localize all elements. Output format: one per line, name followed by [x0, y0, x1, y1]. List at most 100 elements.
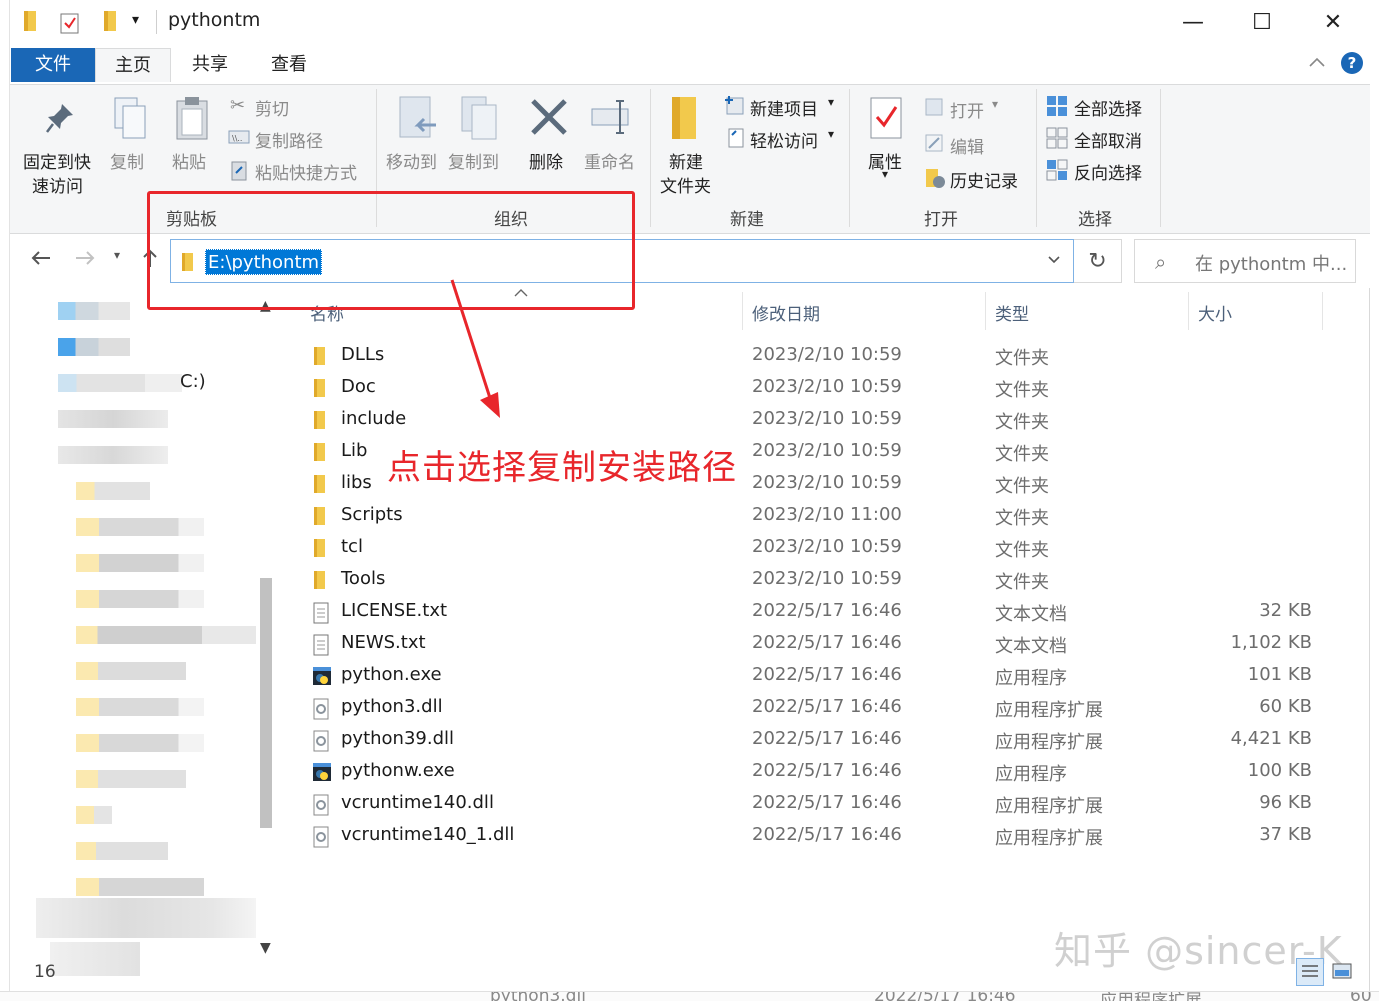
move-to-button[interactable]: 移动到 [386, 148, 437, 173]
paste-shortcut-button[interactable]: 粘贴快捷方式 [255, 159, 357, 184]
easy-access-button[interactable]: 轻松访问 [750, 127, 818, 152]
open-button[interactable]: 打开 [950, 97, 984, 122]
scrollbar-thumb[interactable] [260, 578, 272, 828]
select-all-button[interactable]: 全部选择 [1074, 95, 1142, 120]
forward-arrow-icon[interactable] [74, 248, 96, 273]
tab-share[interactable]: 共享 [174, 48, 246, 82]
new-folder-button[interactable]: 新建 [669, 148, 703, 173]
file-row[interactable]: DLLs 2023/2/10 10:59 文件夹 [308, 340, 1320, 372]
nav-item-blurred[interactable] [76, 662, 186, 680]
cut-button[interactable]: 剪切 [255, 95, 289, 120]
file-row[interactable]: pythonw.exe 2022/5/17 16:46 应用程序 100 KB [308, 756, 1320, 788]
nav-item-blurred[interactable] [36, 898, 256, 938]
nav-item-blurred[interactable] [76, 590, 204, 608]
search-icon: ⌕ [1155, 250, 1167, 274]
edit-icon [924, 133, 944, 158]
collapse-ribbon-icon[interactable] [1308, 52, 1326, 73]
copy-path-button[interactable]: 复制路径 [255, 127, 323, 152]
delete-button[interactable]: 删除 [529, 148, 563, 173]
navigation-scrollbar[interactable]: ▲ ▼ [256, 298, 276, 958]
nav-item-blurred[interactable] [76, 554, 204, 572]
tab-file[interactable]: 文件 [11, 48, 95, 82]
column-header-type[interactable]: 类型 [995, 300, 1029, 325]
file-row[interactable]: python39.dll 2022/5/17 16:46 应用程序扩展 4,421 K… [308, 724, 1320, 756]
paste-button[interactable]: 粘贴 [172, 148, 206, 173]
details-view-icon[interactable] [1296, 958, 1324, 986]
edit-button[interactable]: 编辑 [950, 133, 984, 158]
tab-view[interactable]: 查看 [253, 48, 325, 82]
nav-item-blurred[interactable] [76, 626, 256, 644]
large-icons-view-icon[interactable] [1329, 958, 1357, 986]
file-size: 100 KB [1247, 760, 1312, 781]
nav-item-blurred[interactable] [58, 446, 168, 464]
quick-access-dropdown-icon[interactable]: ▾ [132, 12, 139, 28]
nav-item-blurred[interactable] [76, 770, 186, 788]
column-header-size[interactable]: 大小 [1198, 300, 1232, 325]
select-none-button[interactable]: 全部取消 [1074, 127, 1142, 152]
refresh-button[interactable]: ↻ [1074, 239, 1122, 283]
file-row[interactable]: Scripts 2023/2/10 11:00 文件夹 [308, 500, 1320, 532]
pin-quick-access-button[interactable]: 固定到快 [23, 148, 91, 173]
nav-item-blurred[interactable] [58, 302, 130, 320]
title-bar: ▾ pythontm — ☐ ✕ [10, 0, 1370, 44]
nav-item-blurred[interactable] [76, 878, 204, 896]
rename-button[interactable]: 重命名 [584, 148, 635, 173]
folder-app-icon [22, 10, 40, 36]
nav-item-blurred[interactable] [50, 942, 140, 976]
file-row[interactable]: Doc 2023/2/10 10:59 文件夹 [308, 372, 1320, 404]
address-dropdown-icon[interactable] [1047, 249, 1061, 270]
maximize-button[interactable]: ☐ [1234, 6, 1290, 38]
file-row[interactable]: include 2023/2/10 10:59 文件夹 [308, 404, 1320, 436]
help-button[interactable]: ? [1341, 52, 1363, 74]
new-group-label: 新建 [730, 210, 764, 230]
file-name: vcruntime140.dll [341, 792, 494, 813]
back-arrow-icon[interactable] [30, 248, 52, 273]
easy-access-dropdown-icon[interactable]: ▾ [828, 127, 834, 141]
recent-locations-icon[interactable]: ▾ [114, 248, 120, 262]
file-date-modified: 2023/2/10 10:59 [752, 568, 902, 589]
file-row[interactable]: tcl 2023/2/10 10:59 文件夹 [308, 532, 1320, 564]
file-row[interactable]: vcruntime140_1.dll 2022/5/17 16:46 应用程序扩展 3… [308, 820, 1320, 852]
nav-item-blurred[interactable] [58, 410, 168, 428]
new-folder-quick-icon[interactable] [102, 10, 120, 36]
file-row[interactable]: NEWS.txt 2022/5/17 16:46 文本文档 1,102 KB [308, 628, 1320, 660]
nav-item-blurred[interactable] [58, 338, 130, 356]
nav-item-blurred[interactable] [76, 698, 204, 716]
column-separator[interactable] [1188, 292, 1189, 330]
column-separator[interactable] [742, 292, 743, 330]
tab-home[interactable]: 主页 [95, 48, 171, 82]
open-dropdown-icon[interactable]: ▾ [992, 97, 998, 111]
nav-item-blurred[interactable] [58, 374, 182, 392]
nav-item-blurred[interactable] [76, 734, 204, 752]
drive-c-label[interactable]: C:) [180, 371, 206, 392]
column-header-date[interactable]: 修改日期 [752, 300, 820, 325]
copy-to-button[interactable]: 复制到 [448, 148, 499, 173]
file-row[interactable]: python3.dll 2022/5/17 16:46 应用程序扩展 60 KB [308, 692, 1320, 724]
file-type: 应用程序扩展 [995, 732, 1103, 753]
nav-item-blurred[interactable] [76, 806, 112, 824]
file-row[interactable]: python.exe 2022/5/17 16:46 应用程序 101 KB [308, 660, 1320, 692]
column-separator[interactable] [1322, 292, 1323, 330]
new-item-button[interactable]: 新建项目 [750, 95, 818, 120]
nav-item-blurred[interactable] [76, 518, 204, 536]
file-row[interactable]: Tools 2023/2/10 10:59 文件夹 [308, 564, 1320, 596]
scroll-down-icon[interactable]: ▼ [260, 940, 271, 956]
file-date-modified: 2023/2/10 10:59 [752, 536, 902, 557]
properties-quick-icon[interactable] [60, 12, 80, 38]
file-row[interactable]: LICENSE.txt 2022/5/17 16:46 文本文档 32 KB [308, 596, 1320, 628]
minimize-button[interactable]: — [1165, 6, 1221, 38]
copy-button[interactable]: 复制 [110, 148, 144, 173]
nav-item-blurred[interactable] [76, 842, 168, 860]
close-button[interactable]: ✕ [1305, 6, 1361, 38]
history-button[interactable]: 历史记录 [950, 167, 1018, 192]
file-type: 文件夹 [995, 540, 1049, 561]
open-icon [924, 97, 944, 122]
nav-item-blurred[interactable] [76, 482, 150, 500]
properties-dropdown-icon[interactable]: ▾ [882, 167, 888, 181]
file-row[interactable]: vcruntime140.dll 2022/5/17 16:46 应用程序扩展 96 … [308, 788, 1320, 820]
column-separator[interactable] [985, 292, 986, 330]
new-item-dropdown-icon[interactable]: ▾ [828, 95, 834, 109]
search-box[interactable]: ⌕ 在 pythontm 中... [1134, 239, 1356, 283]
open-group-label: 打开 [924, 210, 958, 230]
invert-selection-button[interactable]: 反向选择 [1074, 159, 1142, 184]
